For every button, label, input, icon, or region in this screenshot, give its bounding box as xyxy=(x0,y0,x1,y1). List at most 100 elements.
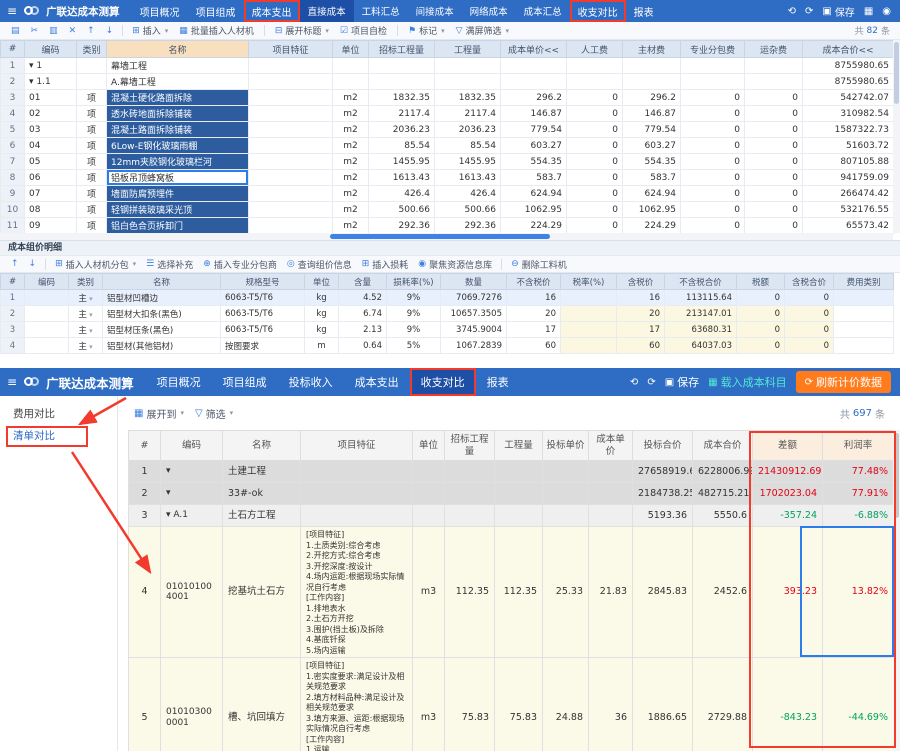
cell[interactable]: 土石方工程 xyxy=(223,505,301,527)
column-header[interactable]: 项目特征 xyxy=(249,41,333,58)
cell[interactable] xyxy=(249,74,333,90)
cell[interactable]: 213147.01 xyxy=(665,306,737,322)
cell[interactable]: 532176.55 xyxy=(803,202,894,218)
cell[interactable]: 1587322.73 xyxy=(803,122,894,138)
cell[interactable] xyxy=(301,483,413,505)
column-header[interactable]: 编码 xyxy=(25,274,69,290)
cell[interactable]: 4 xyxy=(129,527,161,658)
cell[interactable] xyxy=(445,461,495,483)
mark-button[interactable]: ⚑标记▾ xyxy=(403,24,450,37)
query-price-info-button[interactable]: ◎查询组价信息 xyxy=(282,258,357,271)
nav-income-expense-compare[interactable]: 收支对比 xyxy=(410,368,476,396)
cell[interactable]: 主 ▾ xyxy=(69,322,103,338)
cell[interactable]: 941759.09 xyxy=(803,170,894,186)
nav-project-composition[interactable]: 项目组成 xyxy=(212,368,278,396)
cell[interactable]: 1 xyxy=(1,290,25,306)
cell[interactable] xyxy=(501,74,567,90)
cell[interactable]: 1062.95 xyxy=(501,202,567,218)
cell[interactable]: 8755980.65 xyxy=(803,74,894,90)
table-row[interactable]: 1▾ 1幕墙工程8755980.65 xyxy=(1,58,894,74)
cell[interactable]: 项 xyxy=(77,154,107,170)
cell[interactable]: 224.29 xyxy=(501,218,567,234)
table-row[interactable]: 1▾土建工程27658919.686228006.9921430912.6977… xyxy=(129,461,894,483)
cell[interactable]: 554.35 xyxy=(501,154,567,170)
cell[interactable]: 1062.95 xyxy=(623,202,681,218)
cell[interactable] xyxy=(834,338,894,354)
cell[interactable]: 393.23 xyxy=(753,527,823,658)
cell[interactable]: 75.83 xyxy=(495,658,543,751)
hamburger-icon[interactable]: ≡ xyxy=(0,375,21,389)
expand-to-button[interactable]: ▦展开到▾ xyxy=(129,406,189,421)
cell[interactable]: 33#-ok xyxy=(223,483,301,505)
cell[interactable] xyxy=(435,58,501,74)
cell[interactable] xyxy=(249,138,333,154)
cell[interactable]: 主 ▾ xyxy=(69,290,103,306)
cell[interactable]: 0 xyxy=(681,218,745,234)
cell[interactable]: 266474.42 xyxy=(803,186,894,202)
column-header[interactable]: 类别 xyxy=(77,41,107,58)
cell[interactable] xyxy=(445,483,495,505)
cell[interactable]: 09 xyxy=(25,218,77,234)
cell[interactable]: 主 ▾ xyxy=(69,338,103,354)
column-header[interactable]: 损耗率(%) xyxy=(387,274,441,290)
cell[interactable] xyxy=(589,505,633,527)
tab-labor-material-summary[interactable]: 工料汇总 xyxy=(354,0,408,22)
cell[interactable]: 10 xyxy=(1,202,25,218)
undo-button[interactable]: ⟲ xyxy=(788,6,796,17)
cell[interactable]: 0 xyxy=(745,122,803,138)
scrollbar-thumb[interactable] xyxy=(894,42,899,104)
cell[interactable]: kg xyxy=(305,322,339,338)
cell[interactable]: 0 xyxy=(681,170,745,186)
cell[interactable]: 0 xyxy=(785,306,834,322)
cell[interactable]: 292.36 xyxy=(435,218,501,234)
move-down-button[interactable]: ↓ xyxy=(101,26,119,36)
cell[interactable] xyxy=(543,505,589,527)
column-header[interactable]: 招标工程量 xyxy=(445,431,495,461)
cell[interactable] xyxy=(333,58,369,74)
cell[interactable]: 4.52 xyxy=(339,290,387,306)
cell[interactable]: 1886.65 xyxy=(633,658,693,751)
cell[interactable]: 21430912.69 xyxy=(753,461,823,483)
cell[interactable] xyxy=(249,90,333,106)
cell[interactable] xyxy=(25,322,69,338)
cell[interactable]: 0 xyxy=(567,202,623,218)
cell[interactable] xyxy=(77,74,107,90)
column-header[interactable]: 利润率 xyxy=(823,431,894,461)
column-header[interactable]: 工程量 xyxy=(495,431,543,461)
cell[interactable] xyxy=(561,290,617,306)
cell[interactable]: 挖基坑土石方 xyxy=(223,527,301,658)
cell[interactable]: -6.88% xyxy=(823,505,894,527)
apps-button[interactable]: ▦ xyxy=(864,6,873,17)
cell[interactable]: 2729.88 xyxy=(693,658,753,751)
cell[interactable]: 60 xyxy=(507,338,561,354)
cell[interactable]: 4 xyxy=(1,338,25,354)
cell[interactable]: m2 xyxy=(333,106,369,122)
cell[interactable]: 项 xyxy=(77,138,107,154)
cell[interactable]: 9 xyxy=(1,186,25,202)
cell[interactable]: 2117.4 xyxy=(435,106,501,122)
cell[interactable]: 6228006.99 xyxy=(693,461,753,483)
cell[interactable] xyxy=(543,461,589,483)
cell[interactable]: 0 xyxy=(737,290,785,306)
insert-labor-material-button[interactable]: ⊞插入人材机分包▾ xyxy=(50,258,141,271)
cell[interactable]: 6Low-E钢化玻璃雨棚 xyxy=(107,138,249,154)
column-header[interactable]: 运杂费 xyxy=(745,41,803,58)
cell[interactable]: 779.54 xyxy=(501,122,567,138)
expand-title-button[interactable]: ⊟展开标题▾ xyxy=(270,24,334,37)
cell[interactable]: 77.48% xyxy=(823,461,894,483)
nav-bid-income[interactable]: 投标收入 xyxy=(278,368,344,396)
cell[interactable]: 0 xyxy=(745,186,803,202)
insert-subcontractor-button[interactable]: ⊕插入专业分包商 xyxy=(198,258,282,271)
tab-indirect-cost[interactable]: 间接成本 xyxy=(408,0,462,22)
column-header[interactable]: 人工费 xyxy=(567,41,623,58)
cell[interactable]: 6063-T5/T6 xyxy=(221,322,305,338)
column-header[interactable]: 成本单价 xyxy=(589,431,633,461)
cell[interactable]: 2184738.25 xyxy=(633,483,693,505)
cell[interactable]: 224.29 xyxy=(623,218,681,234)
cell[interactable] xyxy=(249,154,333,170)
cell[interactable]: 项 xyxy=(77,218,107,234)
cell[interactable]: 铝型材(其他铝材) xyxy=(103,338,221,354)
cell[interactable] xyxy=(745,74,803,90)
cell[interactable]: m2 xyxy=(333,154,369,170)
cell[interactable] xyxy=(25,306,69,322)
